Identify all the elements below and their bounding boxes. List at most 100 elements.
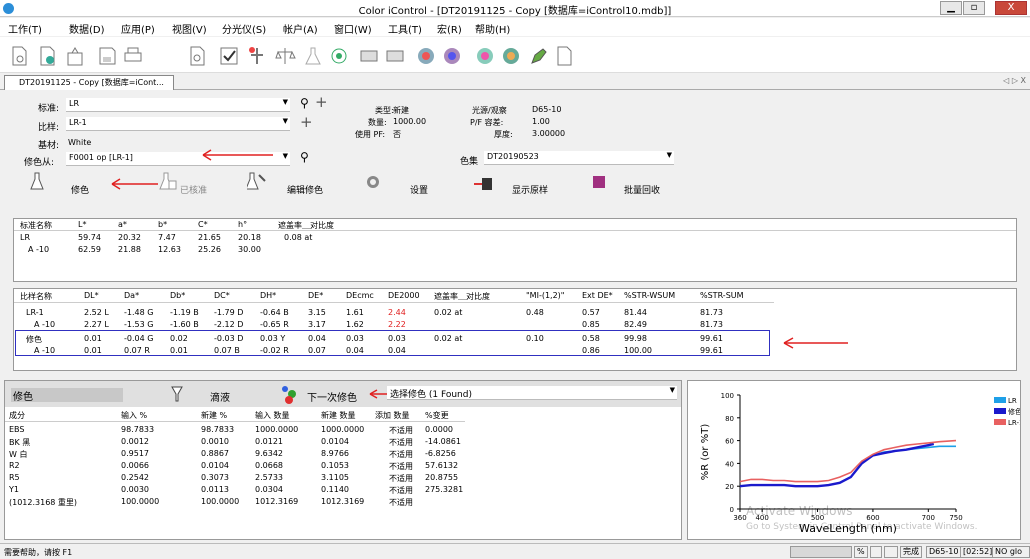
show-sample-button[interactable]: 显示原样 bbox=[512, 183, 548, 196]
settings-icon[interactable] bbox=[364, 173, 382, 191]
scale-icon[interactable] bbox=[274, 45, 296, 67]
colorant-value: DT20190523 bbox=[487, 152, 539, 161]
chevron-down-icon: ▼ bbox=[282, 117, 288, 125]
y-tick-label: 80 bbox=[725, 415, 734, 423]
title-bar: Color iControl - [DT20191125 - Copy [数据库… bbox=[0, 0, 1030, 17]
new-plus-icon[interactable] bbox=[36, 45, 58, 67]
correction-toolbar: 修色 滴液 下一次修色 选择修色 (1 Found) ▼ bbox=[5, 381, 681, 407]
palette-icon[interactable] bbox=[280, 384, 300, 404]
cell: 0.0304 bbox=[255, 485, 283, 494]
color-wheel4-icon[interactable] bbox=[500, 45, 522, 67]
cell: 0.0104 bbox=[201, 461, 229, 470]
color-wheel-icon[interactable] bbox=[415, 45, 437, 67]
save-icon[interactable] bbox=[96, 45, 118, 67]
menu-macro[interactable]: 宏(R) bbox=[437, 21, 462, 36]
menu-data[interactable]: 数据(D) bbox=[69, 21, 105, 36]
menu-spectro[interactable]: 分光仪(S) bbox=[222, 21, 266, 36]
edit-correct-button[interactable]: 编辑修色 bbox=[287, 183, 323, 196]
menu-view[interactable]: 视图(V) bbox=[172, 21, 207, 36]
funnel-icon[interactable] bbox=[171, 386, 183, 402]
menu-window[interactable]: 窗口(W) bbox=[334, 21, 372, 36]
search-icon[interactable]: ⚲ bbox=[300, 150, 309, 164]
tab-strip: DT20191125 - Copy [数据库=iCont... ◁ ▷ X bbox=[0, 74, 1030, 90]
batch-dropdown[interactable]: LR-1 ▼ bbox=[66, 117, 290, 131]
doc-dropdown-icon[interactable] bbox=[553, 45, 575, 67]
substrate-value: White bbox=[68, 138, 92, 147]
batch-header: DH* bbox=[260, 291, 277, 300]
batch-header: %STR-WSUM bbox=[624, 291, 676, 300]
device-icon[interactable] bbox=[358, 45, 380, 67]
annotation-arrow bbox=[202, 149, 273, 161]
open-icon[interactable] bbox=[64, 45, 86, 67]
std-header-name: 标准名称 bbox=[20, 221, 52, 230]
menu-tools[interactable]: 工具(T) bbox=[388, 21, 422, 36]
add-standard-icon[interactable]: + bbox=[315, 93, 328, 111]
batch-header: DL* bbox=[84, 291, 99, 300]
tab-scroll-icon[interactable]: ◁ ▷ X bbox=[1003, 76, 1026, 85]
cell: 62.59 bbox=[78, 245, 101, 254]
done-box: 完成 bbox=[900, 546, 922, 558]
menu-apply[interactable]: 应用(P) bbox=[121, 21, 155, 36]
show-sample-icon[interactable] bbox=[472, 172, 494, 192]
legend-swatch bbox=[994, 397, 1006, 403]
maximize-button[interactable]: ▫ bbox=[963, 1, 985, 15]
print-icon[interactable] bbox=[122, 45, 144, 67]
edit-correct-icon[interactable] bbox=[247, 171, 269, 191]
cell: 30.00 bbox=[238, 245, 261, 254]
tree-icon[interactable] bbox=[246, 45, 268, 67]
flask-icon[interactable] bbox=[30, 171, 44, 191]
batch-table-header: 比样名称 DL* Da* Db* DC* DH* DE* DEcmc DE200… bbox=[14, 291, 774, 303]
x-tick-label: 700 bbox=[922, 514, 935, 522]
cell: 100.0000 bbox=[121, 497, 160, 506]
correction-highlight-box bbox=[15, 330, 770, 356]
batch-recover-button[interactable]: 批量回收 bbox=[624, 183, 660, 196]
document-icon[interactable] bbox=[186, 45, 208, 67]
target-icon[interactable] bbox=[328, 45, 350, 67]
color-wheel2-icon[interactable] bbox=[441, 45, 463, 67]
standard-dropdown[interactable]: LR ▼ bbox=[66, 98, 290, 112]
y-axis-label: %R (or %T) bbox=[700, 424, 711, 481]
search-icon[interactable]: ⚲ bbox=[300, 96, 309, 110]
cell: 0.1053 bbox=[321, 461, 349, 470]
menu-account[interactable]: 帐户(A) bbox=[283, 21, 318, 36]
cell: -6.8256 bbox=[425, 449, 456, 458]
settings-button[interactable]: 设置 bbox=[410, 183, 428, 196]
approved-button[interactable]: 已核准 bbox=[180, 183, 207, 196]
annotation-arrow bbox=[783, 337, 848, 349]
pen-icon[interactable] bbox=[528, 45, 550, 67]
new-doc-icon[interactable] bbox=[8, 45, 30, 67]
cell: 0.57 bbox=[582, 308, 600, 317]
cell: 3.17 bbox=[308, 320, 326, 329]
add-batch-icon[interactable]: + bbox=[300, 113, 313, 131]
cell: 0.0010 bbox=[201, 437, 229, 446]
cell: Y1 bbox=[9, 485, 19, 494]
batch-header: Ext DE* bbox=[582, 291, 613, 300]
menu-work[interactable]: 工作(T) bbox=[8, 21, 42, 36]
colorant-dropdown[interactable]: DT20190523 ▼ bbox=[484, 151, 674, 165]
cell: 1000.0000 bbox=[321, 425, 365, 434]
type-value: 新建 bbox=[393, 106, 409, 115]
select-correction-dropdown[interactable]: 选择修色 (1 Found) ▼ bbox=[387, 386, 677, 400]
color-wheel3-icon[interactable] bbox=[474, 45, 496, 67]
next-correct-button[interactable]: 下一次修色 bbox=[307, 389, 357, 404]
close-button[interactable]: X bbox=[995, 1, 1027, 15]
checkbox-icon[interactable] bbox=[218, 45, 240, 67]
empty-box bbox=[884, 546, 898, 558]
cell: 0.0066 bbox=[121, 461, 149, 470]
drip-button[interactable]: 滴液 bbox=[210, 389, 230, 404]
menu-help[interactable]: 帮助(H) bbox=[475, 21, 510, 36]
flask-icon[interactable] bbox=[302, 45, 324, 67]
minimize-button[interactable]: ▁ bbox=[940, 1, 962, 15]
annotation-arrow bbox=[111, 178, 158, 190]
window-title: Color iControl - [DT20191125 - Copy [数据库… bbox=[358, 6, 672, 17]
legend-label: LR bbox=[1008, 397, 1017, 405]
cell: 20.8755 bbox=[425, 473, 459, 482]
status-bar: 需要帮助，请按 F1 % 完成 D65-10 [02:52] NO glo bbox=[0, 543, 1030, 559]
tab-document[interactable]: DT20191125 - Copy [数据库=iCont... bbox=[4, 75, 174, 90]
approved-flask-icon[interactable] bbox=[158, 171, 178, 191]
device2-icon[interactable] bbox=[384, 45, 406, 67]
corr-header: 新建 % bbox=[201, 411, 228, 420]
batch-recover-icon[interactable] bbox=[592, 175, 606, 189]
cell: 不适用 bbox=[389, 462, 413, 471]
correct-button[interactable]: 修色 bbox=[71, 183, 89, 196]
